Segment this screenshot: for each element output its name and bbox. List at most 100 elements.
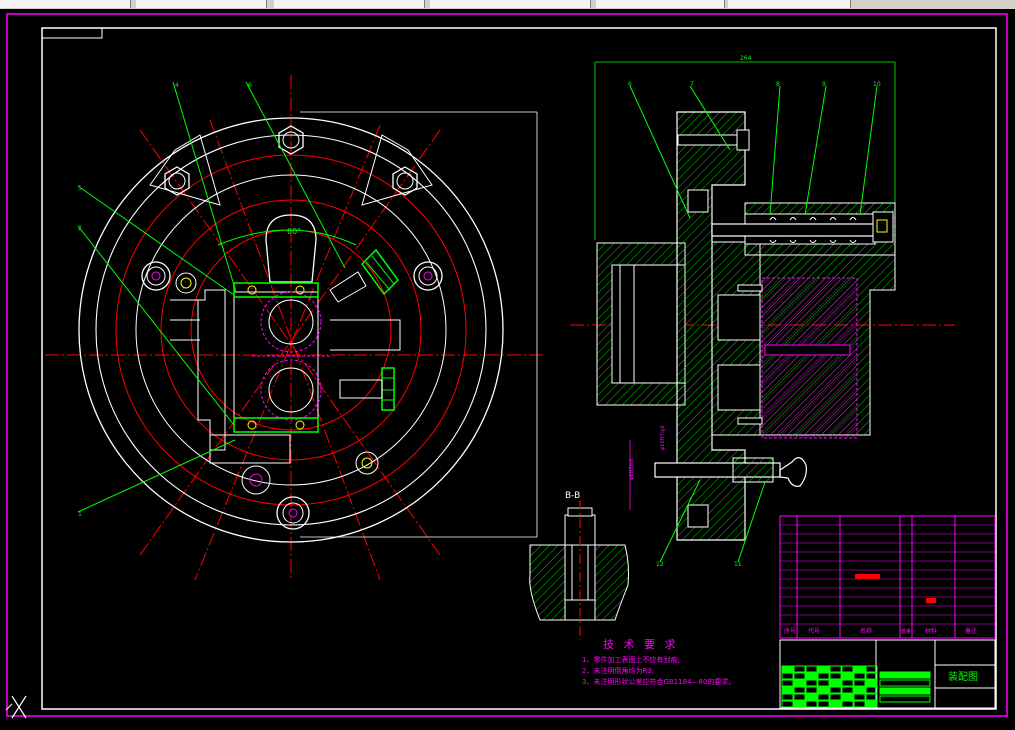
toolbar-segment[interactable] [274,0,425,8]
leader-line [804,85,827,216]
section-view: 264 φ6H7/k6 φ10H7/g6 6 7 8 9 10 12 11 [570,55,955,568]
title-block-cell [879,671,931,679]
requirement-item: 2、未注明倒角均为R3; [582,666,654,675]
knob-icon [779,457,807,487]
clamp-plate-top [233,282,319,298]
title-block-cell [817,665,830,673]
title-block-cell [879,687,931,695]
title-block-cell [879,679,931,687]
ucs-axis-icon [5,695,27,719]
balloon-label: 5 [78,185,82,192]
title-block-cell [817,679,830,687]
knurled-knob-upper [329,248,399,303]
section-label: B-B [565,491,580,501]
title-block-cell [853,672,866,680]
title-block-cell [781,693,794,701]
plunger [711,223,883,237]
title-block-cell [817,700,830,708]
title-block-cell [853,679,866,687]
title-block-cell [841,679,854,687]
title-block-cell [817,672,830,680]
title-block-cell [781,672,794,680]
clamp-body [233,291,319,433]
leader-line [859,85,878,216]
title-block-cell [841,686,854,694]
bolt-lower-left [241,465,271,495]
title-block-cell [865,679,878,687]
balloon-label: 1 [78,511,82,518]
title-block-cell [829,679,842,687]
toolbar-segment[interactable] [136,0,267,8]
balloon-label: 11 [734,561,742,568]
leader-line [245,81,346,269]
title-block-cell [781,665,794,673]
toolbar-segment[interactable] [728,0,851,8]
bolt-right [413,261,443,291]
toolbar-segment[interactable] [0,0,131,8]
title-block-cell [805,679,818,687]
balloon-label: 12 [656,561,664,568]
title-block-cell [853,686,866,694]
parts-list: 序号 代号 名称 数量 材料 备注 [779,515,996,639]
angle-label: 60° [287,227,301,236]
title-block-cell [805,686,818,694]
lug-right [361,134,433,206]
knurled-knob-lower [339,367,395,411]
title-block-cell [829,700,842,708]
diagonal-centerline [194,124,381,581]
drawing-canvas[interactable]: 60° 4 6 5 2 1 264 φ6H7/k6 φ10H7/g6 6 7 8… [0,9,1015,730]
lug-left [149,134,221,206]
dimension-text: 264 [740,55,752,62]
svg-text:φ10H7/g6: φ10H7/g6 [660,425,666,450]
requirement-item: 3、未注明形状公差应符合GB1184—80的要求。 [582,677,735,686]
header-label: 序号 [784,627,796,635]
title-block-cell [805,700,818,708]
title-block-cell [841,700,854,708]
title-block-cell [829,665,842,673]
title-block-cell [793,672,806,680]
drawing-name: 装配图 [948,670,978,683]
title-block-cell [879,695,931,703]
header-label: 备注 [965,627,977,635]
toolbar-segment[interactable] [430,0,591,8]
title-block-cell [805,693,818,701]
title-block-cell [865,665,878,673]
detail-bb: B-B [529,491,630,640]
leader-line [77,225,235,426]
title-block-cell [841,665,854,673]
leader-line [77,439,236,513]
title-block-cell [865,672,878,680]
tech-requirements: 技 术 要 求 1、零件加工表面上不应有划痕; 2、未注明倒角均为R3; 3、未… [582,638,735,686]
svg-text:φ6H7/k6: φ6H7/k6 [629,459,635,480]
title-block-cell [817,686,830,694]
workpiece-section [761,277,858,439]
title-block-cell [793,700,806,708]
title-block-cell [829,686,842,694]
title-block-cell [805,672,818,680]
requirements-title: 技 术 要 求 [603,638,679,651]
leader-line [769,85,781,216]
top-screw [677,134,741,146]
balloon-label: 6 [248,82,252,89]
title-block-cell [865,693,878,701]
title-block-cell [841,672,854,680]
title-block-cell [865,686,878,694]
bolt-bottom [276,496,310,530]
balloon-label: 6 [628,81,632,88]
header-label: 名称 [860,627,872,635]
title-block-cell [817,693,830,701]
balloon-label: 4 [175,82,179,89]
left-support [197,289,226,451]
toolbar-segment[interactable] [596,0,725,8]
title-block-cell [793,665,806,673]
title-block-cell [865,700,878,708]
corner-tab [41,27,103,39]
balloon-label: 2 [78,225,82,232]
title-block-cell [793,686,806,694]
header-label: 数量 [901,628,911,635]
title-block-cell [781,686,794,694]
balloon-label: 10 [873,81,881,88]
title-block-cell [805,665,818,673]
title-block-cell [841,693,854,701]
title-block-cell [781,679,794,687]
